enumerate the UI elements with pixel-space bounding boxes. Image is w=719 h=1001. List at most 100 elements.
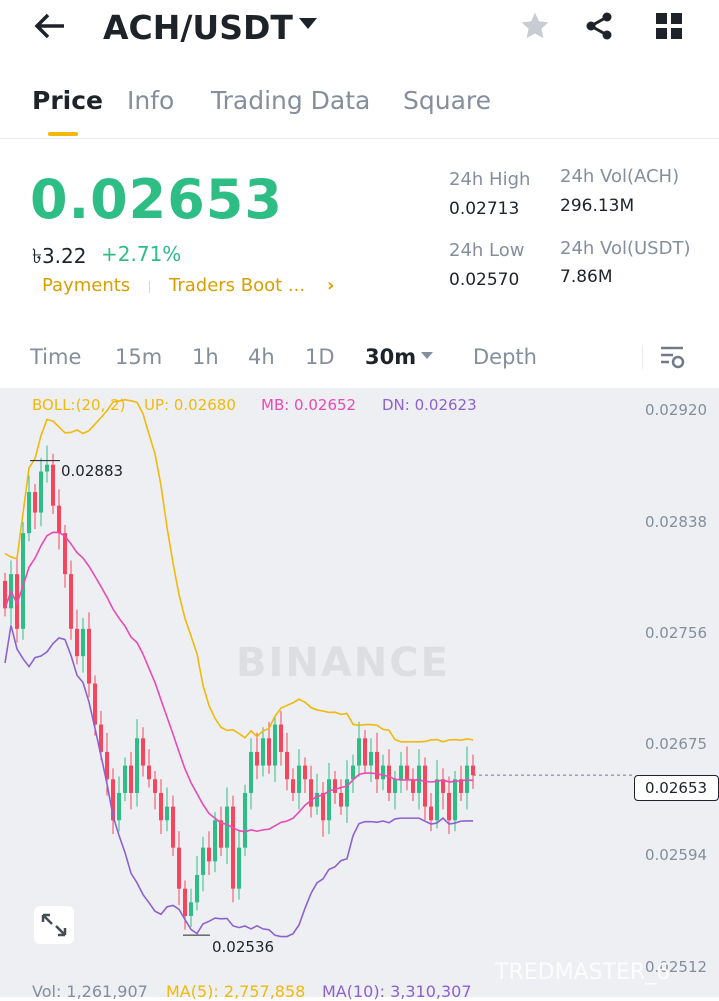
price-change: +2.71% [101,242,182,266]
candle [81,628,85,657]
timeframe-time[interactable]: Time [30,345,81,369]
pair-title[interactable]: ACH/USDT [103,8,293,47]
candle [45,464,49,472]
candle [75,628,79,657]
candle [237,847,241,889]
caret-down-icon[interactable] [421,352,433,360]
candle [87,628,91,684]
chevron-right-icon[interactable]: › [327,275,334,296]
timeframe-1d[interactable]: 1D [305,345,335,369]
candle [141,738,145,766]
star-icon[interactable] [519,10,551,42]
volume-ma10: MA(10): 3,310,307 [322,982,472,1001]
overlay-watermark: TREDMASTER_6 [495,960,671,985]
candle [267,738,271,766]
divider [642,345,643,369]
caret-down-icon[interactable] [299,18,317,30]
y-tick: 0.02594 [645,846,708,864]
candle [33,492,37,513]
candle [279,724,283,752]
candle [93,683,97,725]
candle [387,765,391,793]
boll-dn-legend: DN: 0.02623 [382,396,477,414]
candle [159,792,163,821]
tab-trading-data[interactable]: Trading Data [211,86,370,115]
candle [399,765,403,780]
candle [123,765,127,793]
back-arrow-icon[interactable] [34,12,66,40]
high-value: 0.02713 [449,199,520,219]
candle [177,847,181,889]
candle [69,574,73,629]
expand-icon [41,913,67,937]
current-price-tag: 0.02653 [634,775,719,801]
timeframe-1h[interactable]: 1h [192,345,219,369]
candle [129,765,133,793]
fullscreen-button[interactable] [34,906,74,944]
timeframe-4h[interactable]: 4h [248,345,275,369]
tag-traders-boot[interactable]: Traders Boot ... [169,275,305,296]
timeframe-15m[interactable]: 15m [115,345,162,369]
candle [339,792,343,807]
volume-label: Vol: 1,261,907 [32,982,148,1001]
candle [255,751,259,766]
candle [447,792,451,821]
timeframe-30m[interactable]: 30m [365,345,416,369]
candle [435,779,439,821]
candle [315,792,319,807]
boll-legend-label: BOLL:(20, 2) [32,396,126,414]
candle [369,751,373,766]
grid-icon[interactable] [656,13,682,39]
share-icon[interactable] [584,11,614,41]
candle [195,875,199,903]
candle [225,806,229,848]
tag-payments[interactable]: Payments [42,275,130,296]
low-value: 0.02570 [449,270,520,290]
candle [219,820,223,848]
candle [249,751,253,793]
candle [231,806,235,889]
candle [471,765,475,776]
candle [117,792,121,821]
tab-square[interactable]: Square [403,86,491,115]
candle [393,779,397,793]
candle [189,902,193,917]
y-tick: 0.02838 [645,513,708,531]
candle [333,779,337,793]
vol-quote-value: 7.86M [560,267,613,287]
candle [375,751,379,780]
candle [213,820,217,862]
candle [297,765,301,793]
candle [261,738,265,766]
candle [147,765,151,780]
active-tab-indicator [48,132,78,136]
candle [285,751,289,780]
chart-settings-icon[interactable] [659,344,685,370]
candle [243,792,247,848]
high-label: 24h High [449,169,531,190]
candle [51,464,55,506]
candle [135,738,139,793]
timeframe-depth[interactable]: Depth [473,345,537,369]
candle [321,792,325,821]
tab-info[interactable]: Info [127,86,174,115]
candle [153,779,157,793]
candle [411,779,415,793]
tab-price[interactable]: Price [32,86,103,115]
last-price: 0.02653 [30,168,283,231]
candle [405,765,409,780]
candle [303,765,307,780]
tag-separator [149,281,150,293]
candle [351,765,355,780]
candle [345,779,349,807]
candle [273,724,277,766]
low-label: 24h Low [449,240,525,261]
vol-base-label: 24h Vol(ACH) [560,166,680,187]
candle [363,738,367,766]
candle [39,471,43,513]
candle [429,806,433,821]
candle [291,779,295,793]
binance-watermark: BINANCE [236,640,450,686]
boll-mb-legend: MB: 0.02652 [261,396,357,414]
vol-quote-label: 24h Vol(USDT) [560,238,691,259]
